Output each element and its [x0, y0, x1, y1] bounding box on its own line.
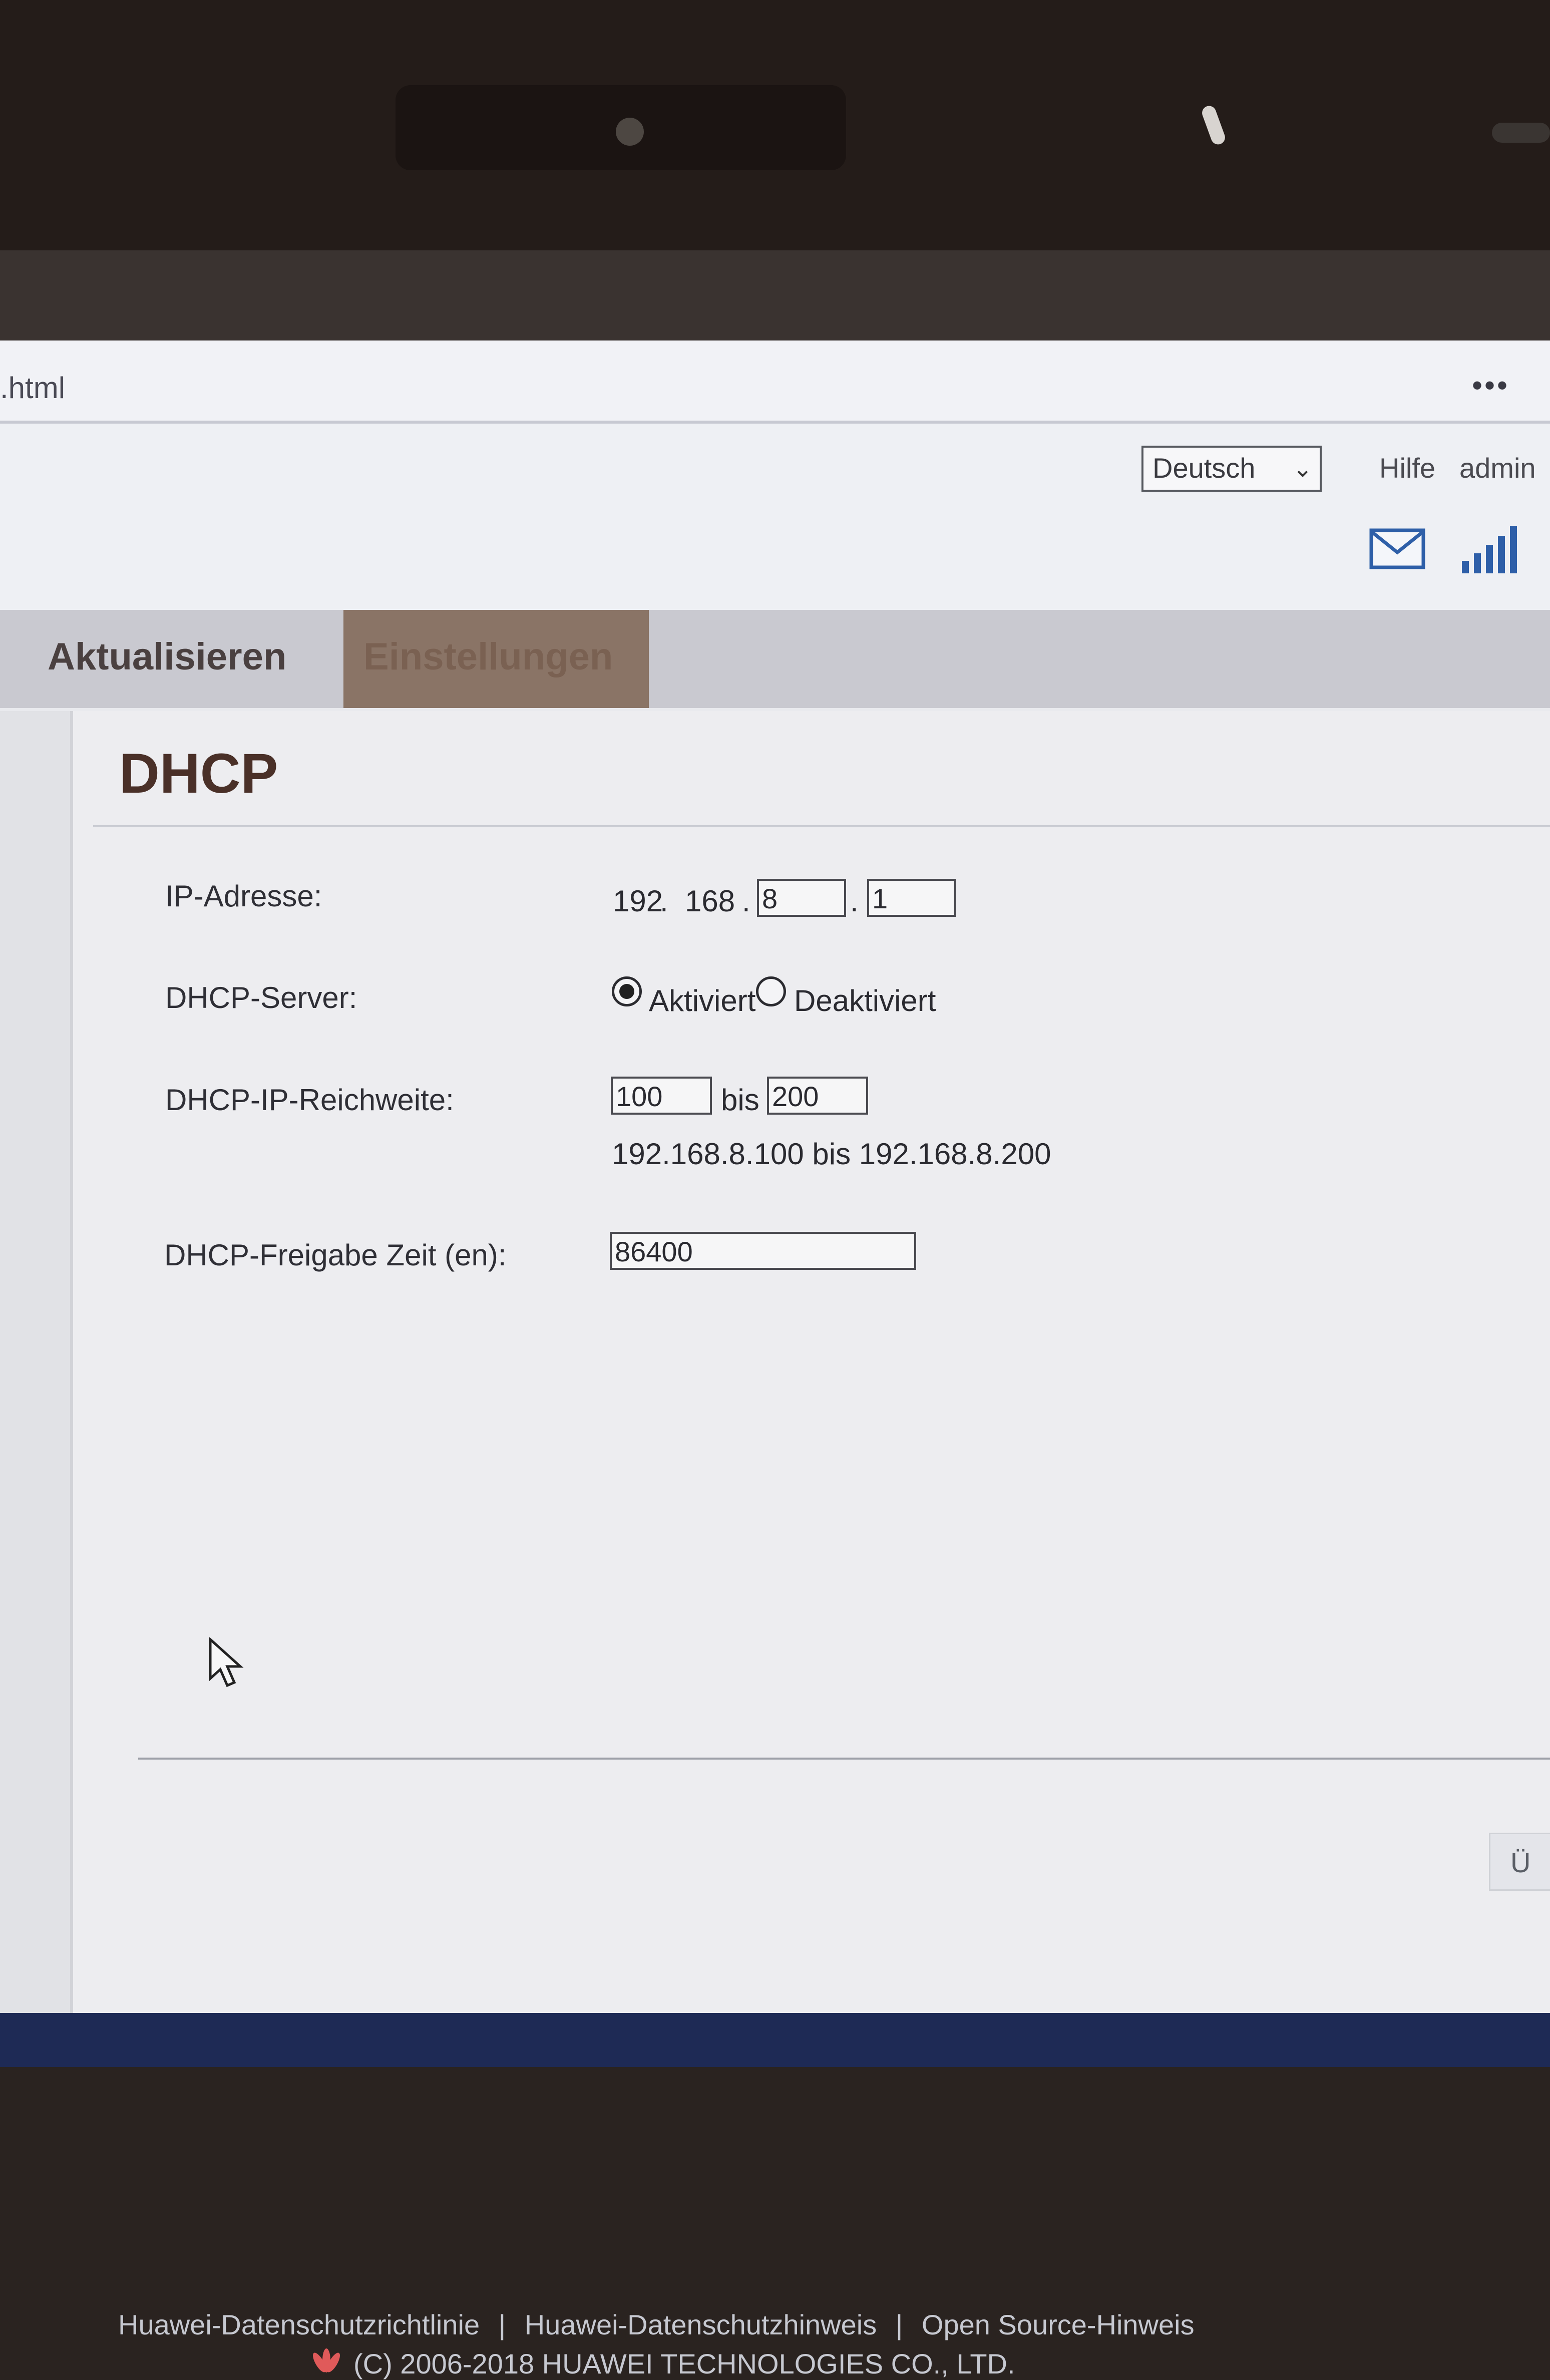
page-title: DHCP: [119, 742, 278, 805]
form-divider: [138, 1758, 1550, 1760]
tab-settings-label: Einstellungen: [363, 635, 613, 678]
ip-dot: .: [850, 884, 859, 918]
admin-link[interactable]: admin: [1459, 452, 1536, 484]
dhcp-disabled-radio[interactable]: [756, 976, 786, 1006]
mouse-cursor-icon: [209, 1637, 244, 1687]
language-select-value: Deutsch: [1152, 452, 1256, 484]
range-start-input[interactable]: 100: [611, 1077, 712, 1115]
ip-address-label: IP-Adresse:: [165, 879, 322, 913]
screen: .html ••• Deutsch ⌄ Hilfe admin Aktualis…: [0, 341, 1550, 2379]
help-link[interactable]: Hilfe: [1379, 452, 1435, 484]
dhcp-panel: DHCP IP-Adresse: 192 . 168 . 8 . 1 DHCP-…: [73, 711, 1550, 2379]
open-source-notice-link[interactable]: Open Source-Hinweis: [922, 2309, 1195, 2340]
ip-octet-4-input[interactable]: 1: [867, 879, 956, 917]
ip-octet-1: 192: [613, 884, 663, 918]
mail-icon[interactable]: [1369, 528, 1425, 569]
ip-dot: .: [660, 884, 668, 918]
title-divider: [93, 825, 1550, 827]
tab-settings[interactable]: Einstellungen: [343, 610, 649, 708]
tab-update[interactable]: Aktualisieren: [48, 635, 286, 678]
browser-address-bar[interactable]: .html •••: [0, 341, 1550, 424]
footer-separator: |: [895, 2309, 903, 2340]
footer-links: Huawei-Datenschutzrichtlinie | Huawei-Da…: [118, 2308, 1206, 2341]
dhcp-enabled-label[interactable]: Aktiviert: [649, 983, 755, 1018]
bezel-slot: [1492, 123, 1550, 143]
privacy-policy-link[interactable]: Huawei-Datenschutzrichtlinie: [118, 2309, 480, 2340]
language-select[interactable]: Deutsch ⌄: [1141, 446, 1322, 492]
footer-separator: |: [498, 2309, 506, 2340]
copyright-text: (C) 2006-2018 HUAWEI TECHNOLOGIES CO., L…: [353, 2348, 1015, 2379]
range-end-input[interactable]: 200: [767, 1077, 868, 1115]
signal-strength-icon: [1462, 526, 1517, 573]
laptop-bezel-lower: [0, 250, 1550, 341]
apply-button[interactable]: Ü: [1489, 1833, 1550, 1891]
ip-octet-3-input[interactable]: 8: [757, 879, 846, 917]
lease-time-input[interactable]: 86400: [610, 1232, 916, 1270]
sidebar[interactable]: [0, 711, 73, 2013]
screen-bottom-edge: [0, 2013, 1550, 2067]
dhcp-range-label: DHCP-IP-Reichweite:: [165, 1083, 454, 1117]
huawei-logo: [313, 2348, 340, 2372]
privacy-notice-link[interactable]: Huawei-Datenschutzhinweis: [525, 2309, 877, 2340]
lease-time-label: DHCP-Freigabe Zeit (en):: [164, 1238, 507, 1272]
ip-dot: .: [742, 884, 750, 918]
dhcp-enabled-radio[interactable]: [612, 976, 642, 1006]
address-url[interactable]: .html: [0, 371, 65, 405]
ip-octet-2: 168: [685, 884, 735, 918]
range-summary: 192.168.8.100 bis 192.168.8.200: [612, 1137, 1051, 1171]
more-menu-button[interactable]: •••: [1472, 368, 1509, 403]
range-to-label: bis: [721, 1083, 759, 1117]
dhcp-server-label: DHCP-Server:: [165, 981, 357, 1014]
chevron-down-icon: ⌄: [1292, 456, 1313, 482]
webcam: [616, 118, 644, 146]
main-nav: Aktualisieren Einstellungen: [0, 610, 1550, 708]
dhcp-disabled-label[interactable]: Deaktiviert: [794, 983, 936, 1018]
